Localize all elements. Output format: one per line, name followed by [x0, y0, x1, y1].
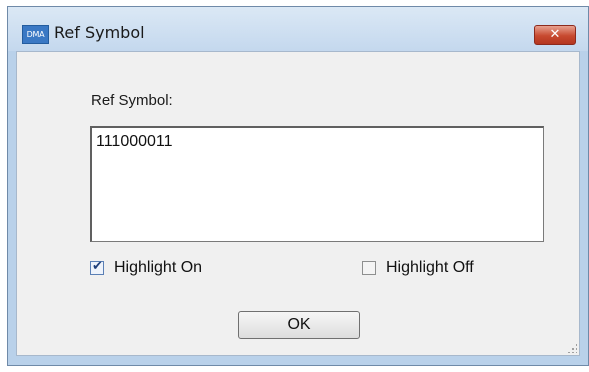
highlight-off-checkbox[interactable]: [362, 261, 376, 275]
checkmark-icon: ✔: [92, 259, 103, 274]
close-icon: ✕: [549, 27, 561, 42]
ref-symbol-label: Ref Symbol:: [91, 92, 173, 109]
ref-symbol-textarea[interactable]: 111000011: [90, 126, 544, 242]
highlight-off-option[interactable]: Highlight Off: [362, 259, 474, 277]
highlight-on-option[interactable]: ✔ Highlight On: [90, 259, 202, 277]
dialog-window: DMA Ref Symbol ✕ Ref Symbol: 111000011 ✔…: [7, 6, 589, 366]
ok-button[interactable]: OK: [238, 311, 360, 339]
dialog-content: Ref Symbol: 111000011 ✔ Highlight On Hig…: [16, 51, 580, 356]
highlight-off-label: Highlight Off: [386, 259, 474, 276]
dma-app-icon: DMA: [22, 25, 49, 44]
title-bar[interactable]: DMA Ref Symbol ✕: [8, 7, 588, 51]
resize-grip-icon[interactable]: [567, 343, 577, 353]
highlight-on-checkbox[interactable]: ✔: [90, 259, 104, 275]
close-button[interactable]: ✕: [534, 25, 576, 45]
highlight-on-label: Highlight On: [114, 259, 203, 276]
window-title: Ref Symbol: [54, 23, 145, 42]
